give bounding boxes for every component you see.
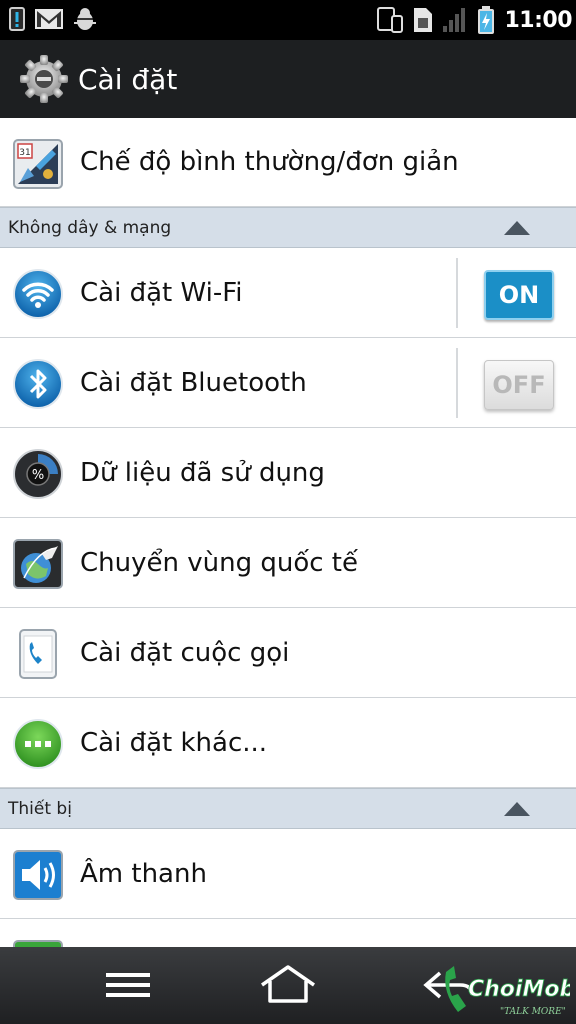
list-item-label: Cài đặt khác... (80, 727, 268, 758)
list-item-bluetooth[interactable]: Cài đặt Bluetooth OFF (0, 338, 576, 428)
settings-list: 31 Chế độ bình thường/đơn giản Không dây… (0, 118, 576, 1009)
list-item-roaming[interactable]: Chuyển vùng quốc tế (0, 518, 576, 608)
wifi-icon (13, 269, 63, 319)
roaming-globe-icon (13, 539, 63, 589)
list-item-call-settings[interactable]: Cài đặt cuộc gọi (0, 608, 576, 698)
svg-text:31: 31 (19, 148, 30, 158)
more-icon (13, 719, 63, 769)
divider (456, 348, 458, 418)
call-settings-icon (19, 629, 57, 679)
collapse-arrow-icon[interactable] (504, 221, 530, 235)
list-item-label: Dữ liệu đã sử dụng (80, 457, 325, 488)
section-title: Thiết bị (8, 798, 72, 819)
home-icon[interactable] (258, 963, 318, 1007)
collapse-arrow-icon[interactable] (504, 802, 530, 816)
list-item-label: Cài đặt Wi-Fi (80, 277, 243, 308)
data-usage-icon: % (13, 449, 63, 499)
battery-charging-icon (478, 6, 495, 34)
list-item-label: Cài đặt cuộc gọi (80, 637, 290, 668)
menu-icon[interactable] (98, 963, 158, 1007)
list-item-sound[interactable]: Âm thanh (0, 829, 576, 919)
list-item-label: Cài đặt Bluetooth (80, 367, 307, 398)
sim-icon (414, 8, 433, 32)
svg-text:"TALK MORE": "TALK MORE" (500, 1007, 566, 1017)
list-item-label: Chế độ bình thường/đơn giản (80, 147, 459, 177)
page-title: Cài đặt (78, 62, 178, 96)
title-bar: Cài đặt (0, 40, 576, 118)
svg-text:ChoiMobile: ChoiMobile (468, 977, 570, 1002)
section-header-wireless[interactable]: Không dây & mạng (0, 207, 576, 248)
signal-icon (443, 8, 466, 32)
svg-text:%: % (32, 468, 44, 483)
phone-tablet-icon (377, 7, 404, 33)
android-debug-icon (74, 8, 96, 30)
wifi-toggle[interactable]: ON (484, 270, 554, 320)
bluetooth-icon (13, 359, 63, 409)
status-bar: 11:00 (0, 0, 576, 40)
alert-icon (9, 7, 25, 31)
list-item-wifi[interactable]: Cài đặt Wi-Fi ON (0, 248, 576, 338)
list-item-label: Chuyển vùng quốc tế (80, 547, 358, 578)
divider (456, 258, 458, 328)
calendar-app-icon: 31 (13, 139, 63, 189)
list-item-data-usage[interactable]: % Dữ liệu đã sử dụng (0, 428, 576, 518)
list-item-normal-simple-mode[interactable]: 31 Chế độ bình thường/đơn giản (0, 118, 576, 207)
gmail-icon (35, 9, 63, 29)
list-item-more-settings[interactable]: Cài đặt khác... (0, 698, 576, 788)
section-title: Không dây & mạng (8, 217, 172, 238)
status-time: 11:00 (504, 7, 572, 33)
section-header-device[interactable]: Thiết bị (0, 788, 576, 829)
status-left-icons (8, 6, 98, 32)
choimobile-watermark-logo: ChoiMobile "TALK MORE" (445, 966, 570, 1017)
list-item-label: Âm thanh (80, 858, 207, 889)
speaker-icon (13, 850, 63, 900)
status-right-icons: 11:00 (376, 5, 572, 35)
bluetooth-toggle[interactable]: OFF (484, 360, 554, 410)
settings-gear-icon (20, 55, 68, 103)
